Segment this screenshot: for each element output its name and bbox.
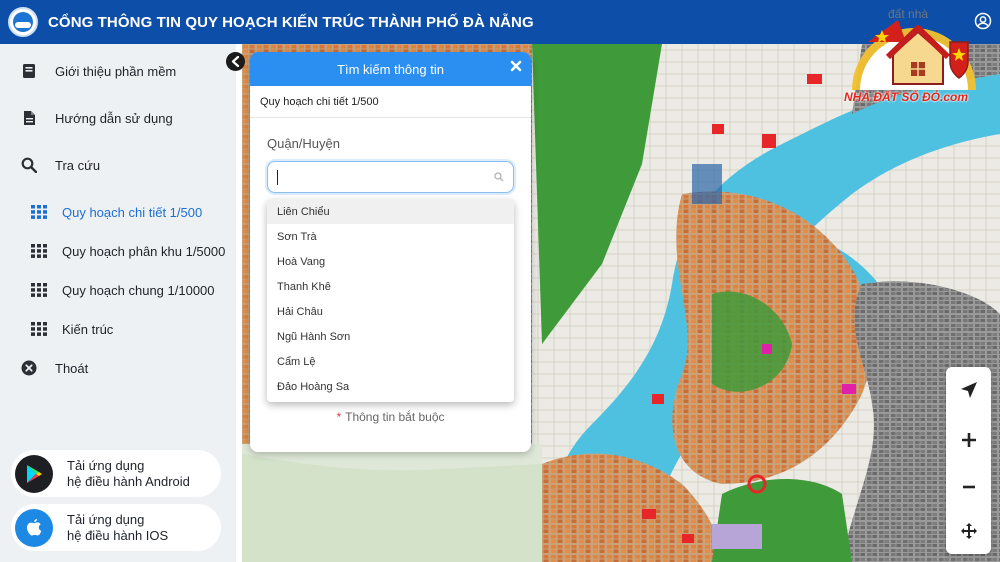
chevron-left-icon <box>231 56 240 67</box>
sidebar-item-label: Tra cứu <box>55 157 101 173</box>
sidebar-item-label: Kiến trúc <box>62 321 114 337</box>
district-option[interactable]: Sơn Trà <box>267 224 514 249</box>
close-circle-icon <box>21 360 37 376</box>
sidebar-item-label: Quy hoạch chi tiết 1/500 <box>62 204 203 220</box>
required-note: * Thông tin bắt buộc <box>250 410 531 424</box>
nhadatsodo-logo: đất nhà NHÀ ĐẤT SỔ ĐỎ.com <box>838 2 990 106</box>
district-option[interactable]: Hải Châu <box>267 299 514 324</box>
zoom-in-icon <box>961 433 976 447</box>
close-icon[interactable] <box>509 59 523 73</box>
sidebar-item-architecture[interactable]: Kiến trúc <box>0 314 113 344</box>
district-option[interactable]: Ngũ Hành Sơn <box>267 324 514 349</box>
document-icon <box>21 110 37 126</box>
google-play-icon <box>15 454 53 493</box>
grid-icon <box>31 282 47 298</box>
zoom-in-button[interactable] <box>946 420 991 460</box>
pan-button[interactable] <box>946 511 991 551</box>
text-caret <box>277 170 278 185</box>
locate-button[interactable] <box>946 370 991 410</box>
grid-icon <box>31 321 47 337</box>
district-option[interactable]: Hoà Vang <box>267 249 514 274</box>
map-controls <box>946 367 991 554</box>
sidebar-item-logout[interactable]: Thoát <box>0 353 88 383</box>
app-download-line1: Tải ứng dụng <box>67 511 145 527</box>
district-option[interactable]: Đảo Hoàng Sa <box>267 374 514 399</box>
app-download-line1: Tải ứng dụng <box>67 457 145 473</box>
sidebar-item-zoning-plan[interactable]: Quy hoạch phân khu 1/5000 <box>0 236 225 266</box>
sidebar-item-label: Hướng dẫn sử dụng <box>55 110 173 126</box>
nhadatsodo-brand-text: NHÀ ĐẤT SỔ ĐỎ.com <box>844 90 969 104</box>
district-field-label: Quận/Huyện <box>267 136 340 151</box>
sidebar-item-user-guide[interactable]: Hướng dẫn sử dụng <box>0 103 173 133</box>
app-download-line2: hệ điều hành Android <box>67 473 190 489</box>
district-dropdown: Liên Chiểu Sơn Trà Hoà Vang Thanh Khê Hả… <box>267 199 514 402</box>
pan-icon <box>960 523 977 539</box>
sidebar-item-label: Quy hoạch phân khu 1/5000 <box>62 243 226 259</box>
sidebar-item-introduction[interactable]: Giới thiệu phần mềm <box>0 56 176 86</box>
grid-icon <box>31 243 47 259</box>
zoom-out-button[interactable] <box>946 467 991 507</box>
district-option[interactable]: Thanh Khê <box>267 274 514 299</box>
app-title: CỔNG THÔNG TIN QUY HOẠCH KIẾN TRÚC THÀNH… <box>48 13 534 31</box>
required-note-text: Thông tin bắt buộc <box>345 410 445 424</box>
sidebar-item-general-plan[interactable]: Quy hoạch chung 1/10000 <box>0 275 215 305</box>
district-option[interactable]: Liên Chiểu <box>267 199 514 224</box>
district-select-input[interactable] <box>267 161 514 193</box>
grid-icon <box>31 204 47 220</box>
search-icon <box>494 172 504 182</box>
collapse-sidebar-button[interactable] <box>226 52 245 71</box>
ios-app-download-button[interactable]: Tải ứng dụng hệ điều hành IOS <box>11 504 221 551</box>
district-option[interactable]: Cẩm Lệ <box>267 349 514 374</box>
search-panel-header: Tìm kiếm thông tin <box>250 52 531 86</box>
search-panel-title: Tìm kiếm thông tin <box>337 61 444 77</box>
sidebar-item-label: Quy hoạch chung 1/10000 <box>62 282 215 298</box>
apple-icon <box>15 508 53 547</box>
app-download-line2: hệ điều hành IOS <box>67 527 169 543</box>
locate-icon <box>960 382 977 398</box>
search-panel-subtitle: Quy hoạch chi tiết 1/500 <box>250 86 531 118</box>
android-app-download-button[interactable]: Tải ứng dụng hệ điều hành Android <box>11 450 221 497</box>
sidebar-item-detailed-plan[interactable]: Quy hoạch chi tiết 1/500 <box>0 197 202 227</box>
search-icon <box>21 157 37 173</box>
svg-text:đất nhà: đất nhà <box>888 7 928 21</box>
sidebar-item-label: Thoát <box>55 360 89 376</box>
book-icon <box>21 63 37 79</box>
required-asterisk: * <box>336 410 342 424</box>
sidebar-item-label: Giới thiệu phần mềm <box>55 63 177 79</box>
zoom-out-icon <box>962 485 975 489</box>
city-logo-icon[interactable] <box>8 7 38 37</box>
sidebar-item-lookup[interactable]: Tra cứu <box>0 150 100 180</box>
